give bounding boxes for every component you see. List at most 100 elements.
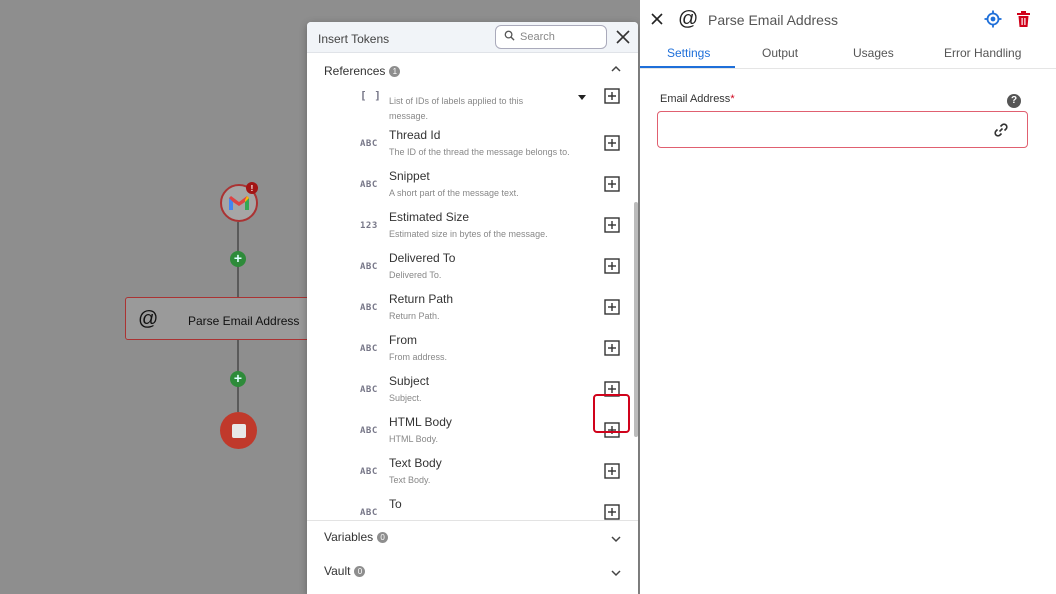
locate-icon[interactable] [984,10,1002,28]
email-address-label: Email Address* [660,93,735,105]
add-token-icon[interactable] [604,258,620,274]
token-list[interactable]: [ ] List of IDs of labels applied to thi… [307,87,638,520]
search-input[interactable] [520,29,600,45]
string-type-icon: ABC [360,385,378,395]
token-row[interactable]: ABC Text Body Text Body. [307,456,627,496]
list-type-icon: [ ] [360,89,382,102]
token-desc: message. [389,111,429,121]
token-row[interactable]: ABC HTML Body HTML Body. [307,415,627,455]
scrollbar[interactable] [634,202,638,437]
token-name: Subject [389,374,430,388]
token-row[interactable]: ABC To [307,497,627,520]
tab-output[interactable]: Output [762,46,798,60]
token-desc: A short part of the message text. [389,188,519,198]
chevron-down-icon[interactable] [610,567,622,579]
tab-bar: Settings Output Usages Error Handling [640,40,1056,69]
parse-email-node[interactable]: @ Parse Email Address [125,297,325,340]
section-label: References [324,64,386,78]
add-step-button[interactable]: + [230,251,246,267]
token-row[interactable]: ABC Snippet A short part of the message … [307,169,627,209]
active-tab-indicator [640,66,735,68]
string-type-icon: ABC [360,139,378,149]
string-type-icon: ABC [360,344,378,354]
token-desc: The ID of the thread the message belongs… [389,147,570,157]
token-desc: Text Body. [389,475,431,485]
at-icon: @ [138,308,159,330]
add-step-button[interactable]: + [230,371,246,387]
add-token-icon[interactable] [604,217,620,233]
add-token-icon[interactable] [604,88,620,104]
add-token-icon[interactable] [604,176,620,192]
count-badge: 0 [354,565,366,577]
variables-section-header[interactable]: Variables 0 [324,530,389,544]
required-marker: * [730,93,735,105]
number-type-icon: 123 [360,221,378,231]
token-name: Text Body [389,456,442,470]
tokens-title: Insert Tokens [318,32,390,46]
token-desc: Delivered To. [389,270,442,280]
token-desc: From address. [389,352,448,362]
token-name: Thread Id [389,128,441,142]
error-badge: ! [246,182,258,194]
token-row[interactable]: ABC Delivered To Delivered To. [307,251,627,291]
close-icon[interactable] [614,28,632,46]
tokens-header: Insert Tokens [307,22,638,53]
token-desc: Subject. [389,393,422,403]
token-search[interactable] [495,25,607,49]
search-icon [504,30,515,41]
chevron-up-icon[interactable] [610,63,622,75]
add-token-icon[interactable] [604,299,620,315]
string-type-icon: ABC [360,426,378,436]
close-icon[interactable] [650,12,664,26]
add-token-icon[interactable] [604,340,620,356]
help-icon[interactable]: ? [1007,94,1021,108]
token-row[interactable]: ABC From From address. [307,333,627,373]
token-name: Estimated Size [389,210,470,224]
link-icon[interactable] [993,122,1009,138]
stop-icon [231,423,246,438]
tab-error-handling[interactable]: Error Handling [944,46,1021,60]
email-address-input[interactable] [668,121,988,139]
token-row[interactable]: ABC Return Path Return Path. [307,292,627,332]
stop-node[interactable] [220,412,257,449]
string-type-icon: ABC [360,508,378,518]
vault-section-header[interactable]: Vault 0 [324,564,366,578]
token-desc: HTML Body. [389,434,439,444]
token-desc: Return Path. [389,311,440,321]
token-row[interactable]: 123 Estimated Size Estimated size in byt… [307,210,627,250]
count-badge: 0 [377,531,389,543]
token-name: Delivered To [389,251,456,265]
section-label: Vault [324,564,351,578]
gmail-icon [229,196,249,210]
tab-usages[interactable]: Usages [853,46,894,60]
token-name: Snippet [389,169,430,183]
token-row[interactable]: ABC Subject Subject. [307,374,627,414]
token-desc: Estimated size in bytes of the message. [389,229,548,239]
section-label: Variables [324,530,374,544]
tab-settings[interactable]: Settings [667,46,710,60]
token-row[interactable]: [ ] List of IDs of labels applied to thi… [307,87,627,127]
email-address-field[interactable] [657,111,1028,148]
add-token-icon[interactable] [604,463,620,479]
token-name: From [389,333,417,347]
add-token-icon[interactable] [604,135,620,151]
highlight-box [593,394,630,433]
field-label-text: Email Address [660,93,731,105]
token-name: To [389,497,402,511]
token-row[interactable]: ABC Thread Id The ID of the thread the m… [307,128,627,168]
string-type-icon: ABC [360,467,378,477]
caret-down-icon[interactable] [578,95,586,101]
insert-tokens-popup: Insert Tokens References 1 [ ] List of I… [307,22,638,594]
references-section-header[interactable]: References 1 [324,64,401,78]
panel-title: Parse Email Address [708,12,838,28]
trash-icon[interactable] [1016,11,1031,27]
settings-panel: @ Parse Email Address Settings Output Us… [640,0,1056,594]
token-name: Return Path [389,292,454,306]
add-token-icon[interactable] [604,504,620,520]
count-badge: 1 [389,65,401,77]
chevron-down-icon[interactable] [610,533,622,545]
token-name: HTML Body [389,415,452,429]
string-type-icon: ABC [360,180,378,190]
token-desc: List of IDs of labels applied to this [389,96,524,106]
string-type-icon: ABC [360,303,378,313]
